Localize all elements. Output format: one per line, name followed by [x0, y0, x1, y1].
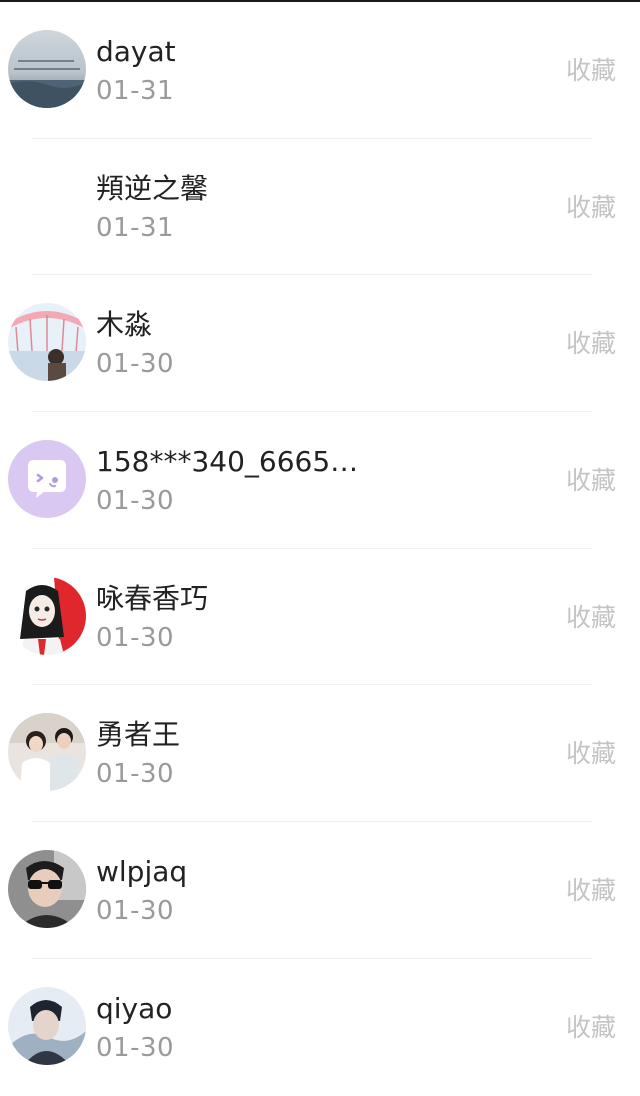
- avatar[interactable]: [8, 986, 86, 1065]
- dark-portrait-avatar-image: [8, 986, 86, 1065]
- user-name: dayat: [96, 35, 176, 68]
- date-label: 01-30: [96, 486, 175, 517]
- date-label: 01-31: [96, 76, 175, 106]
- user-name: 木淼: [96, 308, 153, 342]
- favorite-button[interactable]: 收藏: [566, 327, 616, 361]
- user-name: 158***340_6665…: [96, 445, 359, 479]
- list-item[interactable]: qiyao 01-30 收藏: [0, 959, 640, 1096]
- user-name: wlpjaq: [96, 855, 188, 889]
- avatar[interactable]: [8, 30, 86, 108]
- date-label: 01-30: [96, 896, 175, 927]
- user-name: qiyao: [96, 991, 173, 1025]
- sunglasses-man-avatar-image: [8, 850, 86, 929]
- date-label: 01-30: [96, 349, 175, 380]
- date-label: 01-31: [96, 212, 175, 243]
- chat-bubble-icon: [8, 440, 86, 519]
- date-label: 01-30: [96, 759, 175, 790]
- list-item[interactable]: dayat 01-31 收藏: [0, 2, 640, 139]
- sea-scenery-avatar-image: [8, 30, 86, 108]
- favorite-button[interactable]: 收藏: [566, 191, 616, 225]
- list-item[interactable]: 咏春香巧 01-30 收藏: [0, 549, 640, 686]
- user-name: 咏春香巧: [96, 581, 209, 615]
- favorite-button[interactable]: 收藏: [566, 874, 616, 908]
- avatar[interactable]: [8, 713, 86, 792]
- anime-girl-avatar-image: [8, 576, 86, 655]
- list-item[interactable]: 158***340_6665… 01-30 收藏: [0, 412, 640, 549]
- favorite-button[interactable]: 收藏: [566, 1011, 616, 1045]
- list-item[interactable]: 木淼 01-30 收藏: [0, 275, 640, 413]
- favorite-button[interactable]: 收藏: [566, 54, 616, 88]
- list-item[interactable]: 頖逆之馨 01-31 收藏: [0, 139, 640, 276]
- avatar[interactable]: [8, 303, 86, 382]
- carousel-photo-avatar-image: [8, 303, 86, 382]
- favorites-user-list: dayat 01-31 收藏 頖逆之馨 01-31 收藏 木淼 01-30 收藏…: [0, 2, 640, 1096]
- favorite-button[interactable]: 收藏: [566, 601, 616, 635]
- date-label: 01-30: [96, 622, 175, 653]
- list-item[interactable]: wlpjaq 01-30 收藏: [0, 822, 640, 959]
- couple-photo-avatar-image: [8, 713, 86, 792]
- favorite-button[interactable]: 收藏: [566, 737, 616, 771]
- date-label: 01-30: [96, 1032, 175, 1063]
- user-name: 勇者王: [96, 718, 181, 752]
- avatar[interactable]: [8, 576, 86, 655]
- list-item[interactable]: 勇者王 01-30 收藏: [0, 685, 640, 823]
- avatar[interactable]: [8, 440, 86, 519]
- favorite-button[interactable]: 收藏: [566, 464, 616, 498]
- avatar[interactable]: [8, 850, 86, 929]
- user-name: 頖逆之馨: [96, 171, 209, 205]
